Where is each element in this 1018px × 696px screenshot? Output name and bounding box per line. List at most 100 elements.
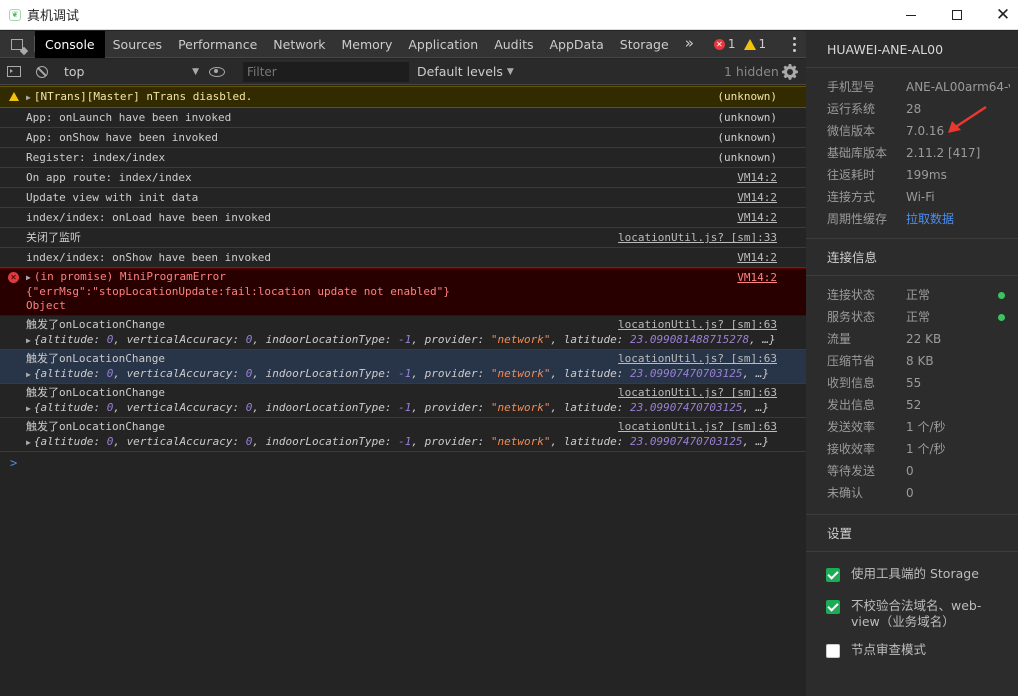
minimize-icon (906, 14, 916, 16)
message-text: App: onShow have been invoked (26, 131, 219, 144)
value: "network" (490, 435, 551, 448)
expand-triangle-icon[interactable]: ▶ (26, 273, 31, 282)
clear-console-button[interactable] (28, 59, 56, 85)
tab-application[interactable]: Application (400, 31, 486, 58)
key-label: altitude (40, 401, 94, 414)
object-preview[interactable]: ▶ {altitude: 0, verticalAccuracy: 0, indo… (26, 366, 806, 382)
info-key: 发出信息 (827, 398, 876, 412)
key-label: latitude (563, 367, 617, 380)
checkbox[interactable] (826, 644, 840, 658)
source-link[interactable]: VM14:2 (737, 208, 777, 227)
ellipsis: …} (762, 333, 776, 346)
object-preview[interactable]: ▶ {altitude: 0, verticalAccuracy: 0, indo… (26, 332, 806, 348)
more-tabs-button[interactable]: » (677, 34, 700, 54)
ellipsis: …} (755, 435, 770, 448)
minimize-button[interactable] (888, 0, 934, 30)
console-prompt[interactable]: > (0, 452, 806, 474)
tab-appdata[interactable]: AppData (541, 31, 611, 58)
log-message: index/index: onLoad have been invoked VM1… (0, 208, 806, 228)
title-bar: ❦ 真机调试 ✕ (0, 0, 1018, 30)
filter-input[interactable] (243, 61, 409, 82)
tab-sources[interactable]: Sources (105, 31, 170, 58)
expand-triangle-icon[interactable]: ▶ (26, 93, 31, 102)
info-value: 52 (906, 398, 922, 412)
source-link[interactable]: VM14:2 (737, 188, 777, 207)
expand-triangle-icon[interactable]: ▶ (26, 336, 31, 345)
info-row: 流量 22 KB (806, 328, 1018, 350)
value: -1 (398, 367, 412, 380)
key-label: latitude (563, 401, 617, 414)
info-value: 22 KB (906, 332, 942, 346)
location-event-message[interactable]: 触发了onLocationChange ▶ {altitude: 0, vertic… (0, 316, 806, 350)
info-value: 0 (906, 486, 914, 500)
expand-triangle-icon[interactable]: ▶ (26, 438, 31, 447)
error-title: (in promise) MiniProgramError (33, 270, 226, 283)
message-text: index/index: onShow have been invoked (26, 251, 272, 264)
source-link: (unknown) (717, 90, 777, 103)
info-row: 手机型号 ANE-AL00arm64-v8a (806, 76, 1018, 98)
info-value: ANE-AL00arm64-v8a (906, 80, 1010, 94)
log-message: Register: index/index (unknown) (0, 148, 806, 168)
log-message: Update view with init data VM14:2 (0, 188, 806, 208)
source-link[interactable]: locationUtil.js? [sm]:63 (618, 317, 777, 332)
info-key: 周期性缓存 (827, 212, 888, 226)
source-link[interactable]: VM14:2 (737, 248, 777, 267)
object-preview[interactable]: ▶ {altitude: 0, verticalAccuracy: 0, indo… (26, 400, 806, 416)
checkbox[interactable] (826, 568, 840, 582)
info-row: 收到信息 55 (806, 372, 1018, 394)
setting-row[interactable]: 节点审查模式 (806, 642, 1018, 658)
close-icon: ✕ (995, 4, 1011, 25)
inspect-element-button[interactable] (0, 31, 34, 58)
show-sidebar-button[interactable] (0, 59, 28, 85)
pull-data-link[interactable]: 拉取数据 (906, 208, 1010, 230)
source-link[interactable]: locationUtil.js? [sm]:63 (618, 419, 777, 434)
context-selector[interactable]: top ▼ (64, 62, 199, 82)
source-link[interactable]: VM14:2 (737, 168, 777, 187)
location-event-message[interactable]: 触发了onLocationChange ▶ {altitude: 0, vertic… (0, 350, 806, 384)
key-label: altitude (40, 333, 94, 346)
tab-console[interactable]: Console (35, 30, 105, 58)
more-options-icon[interactable] (793, 37, 796, 55)
tab-memory[interactable]: Memory (334, 31, 401, 58)
checkbox[interactable] (826, 600, 840, 614)
maximize-button[interactable] (934, 0, 980, 30)
source-link[interactable]: locationUtil.js? [sm]:63 (618, 385, 777, 400)
setting-row[interactable]: 不校验合法域名、web-view（业务域名） (806, 598, 1018, 630)
key-label: altitude (40, 367, 94, 380)
tab-audits[interactable]: Audits (486, 31, 541, 58)
log-levels-dropdown[interactable]: Default levels ▼ (417, 64, 514, 79)
info-value: 8 KB (906, 354, 934, 368)
tab-list: Console Sources Performance Network Memory Ap… (35, 30, 677, 58)
value: 0 (245, 401, 253, 414)
setting-row[interactable]: 使用工具端的 Storage (806, 566, 1018, 582)
error-message[interactable]: ✕ ▶ (in promise) MiniProgramError {"errMs… (0, 268, 806, 316)
info-key: 发送效率 (827, 420, 876, 434)
source-link[interactable]: locationUtil.js? [sm]:33 (618, 228, 777, 247)
source-link[interactable]: locationUtil.js? [sm]:63 (618, 351, 777, 366)
location-event-message[interactable]: 触发了onLocationChange ▶ {altitude: 0, vertic… (0, 418, 806, 452)
issue-counts[interactable]: ✕ 1 1 (713, 37, 766, 51)
setting-label: 不校验合法域名、web-view（业务域名） (851, 598, 982, 629)
context-value: top (64, 64, 85, 79)
live-expression-eye-icon[interactable] (209, 66, 225, 77)
info-value: 1 个/秒 (906, 420, 946, 434)
close-button[interactable]: ✕ (980, 0, 1018, 30)
maximize-icon (952, 10, 962, 20)
key-label: provider (424, 435, 478, 448)
tab-network[interactable]: Network (265, 31, 333, 58)
tab-performance[interactable]: Performance (170, 31, 265, 58)
source-link[interactable]: VM14:2 (737, 271, 777, 285)
gear-icon[interactable] (782, 64, 798, 80)
expand-triangle-icon[interactable]: ▶ (26, 370, 31, 379)
hidden-count: 1 hidden (724, 64, 779, 79)
tab-storage[interactable]: Storage (612, 31, 677, 58)
object-preview[interactable]: ▶ {altitude: 0, verticalAccuracy: 0, indo… (26, 434, 806, 450)
key-label: verticalAccuracy (126, 367, 233, 380)
location-event-message[interactable]: 触发了onLocationChange ▶ {altitude: 0, vertic… (0, 384, 806, 418)
message-list: ▶ [NTrans][Master] nTrans diasbled. (unkno… (0, 86, 806, 268)
expand-triangle-icon[interactable]: ▶ (26, 404, 31, 413)
status-ok-icon (998, 292, 1005, 299)
info-row: 发出信息 52 (806, 394, 1018, 416)
log-message: App: onLaunch have been invoked (unknown) (0, 108, 806, 128)
info-key: 收到信息 (827, 376, 876, 390)
